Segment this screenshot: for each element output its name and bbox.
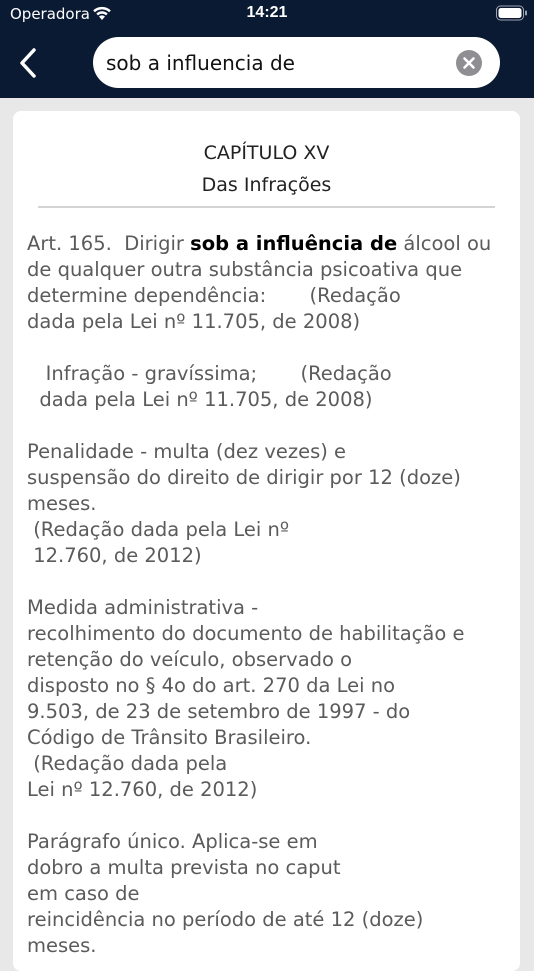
penalidade-line: 12.760, de 2012)	[27, 544, 202, 567]
medida-line: (Redação dada pela	[27, 752, 228, 775]
article-line: dada pela Lei nº 11.705, de 2008)	[27, 310, 361, 333]
battery-icon	[496, 5, 527, 21]
law-text: Art. 165. Dirigir sob a influência de ál…	[27, 231, 507, 959]
penalidade-line: (Redação dada pela Lei nº	[27, 518, 290, 541]
status-time: 14:21	[246, 4, 288, 21]
chapter-title: CAPÍTULO XV	[203, 142, 330, 164]
paragrafo-line: dobro a multa prevista no caput	[27, 856, 341, 879]
clear-circle-icon	[463, 57, 475, 69]
medida-line: Medida administrativa -	[27, 596, 259, 619]
paragrafo-line: reincidência no período de até 12 (doze)	[27, 908, 424, 931]
medida-line: Lei nº 12.760, de 2012)	[27, 778, 258, 801]
paragrafo-line: em caso de	[27, 882, 140, 905]
infracao-line: dada pela Lei nº 11.705, de 2008)	[27, 388, 373, 411]
article-prefix: Art. 165. Dirigir	[27, 232, 191, 255]
back-button[interactable]	[14, 46, 44, 80]
chapter-subtitle: Das Infrações	[201, 174, 332, 196]
penalidade-line: Penalidade - multa (dez vezes) e	[27, 440, 347, 463]
paragrafo-line: Parágrafo único. Aplica-se em	[27, 830, 318, 853]
article-line: determine dependência: (Redação	[27, 284, 401, 307]
infracao-line: Infração - gravíssima; (Redação	[27, 362, 392, 385]
search-input[interactable]	[106, 47, 446, 78]
status-bar: Operadora 14:21	[0, 0, 534, 28]
penalidade-line: suspensão do direito de dirigir por 12 (…	[27, 466, 461, 489]
clear-search-button[interactable]	[456, 50, 482, 76]
medida-line: Código de Trânsito Brasileiro.	[27, 726, 312, 749]
article-card: CAPÍTULO XV Das Infrações Art. 165. Diri…	[13, 111, 520, 971]
divider	[38, 206, 495, 208]
app-header: Operadora 14:21	[0, 0, 534, 98]
search-box	[93, 37, 500, 88]
medida-line: 9.503, de 23 de setembro de 1997 - do	[27, 700, 411, 723]
paragrafo-line: meses.	[27, 934, 97, 957]
chevron-left-icon	[20, 48, 36, 78]
article-line: de qualquer outra substância psicoativa …	[27, 258, 463, 281]
penalidade-line: meses.	[27, 492, 97, 515]
article-line: Art. 165. Dirigir sob a influência de ál…	[27, 231, 507, 257]
medida-line: retenção do veículo, observado o	[27, 648, 353, 671]
article-line-rest: álcool ou	[397, 232, 492, 255]
medida-line: disposto no § 4o do art. 270 da Lei no	[27, 674, 396, 697]
search-highlight: sob a influência de	[190, 232, 398, 255]
medida-line: recolhimento do documento de habilitação…	[27, 622, 465, 645]
